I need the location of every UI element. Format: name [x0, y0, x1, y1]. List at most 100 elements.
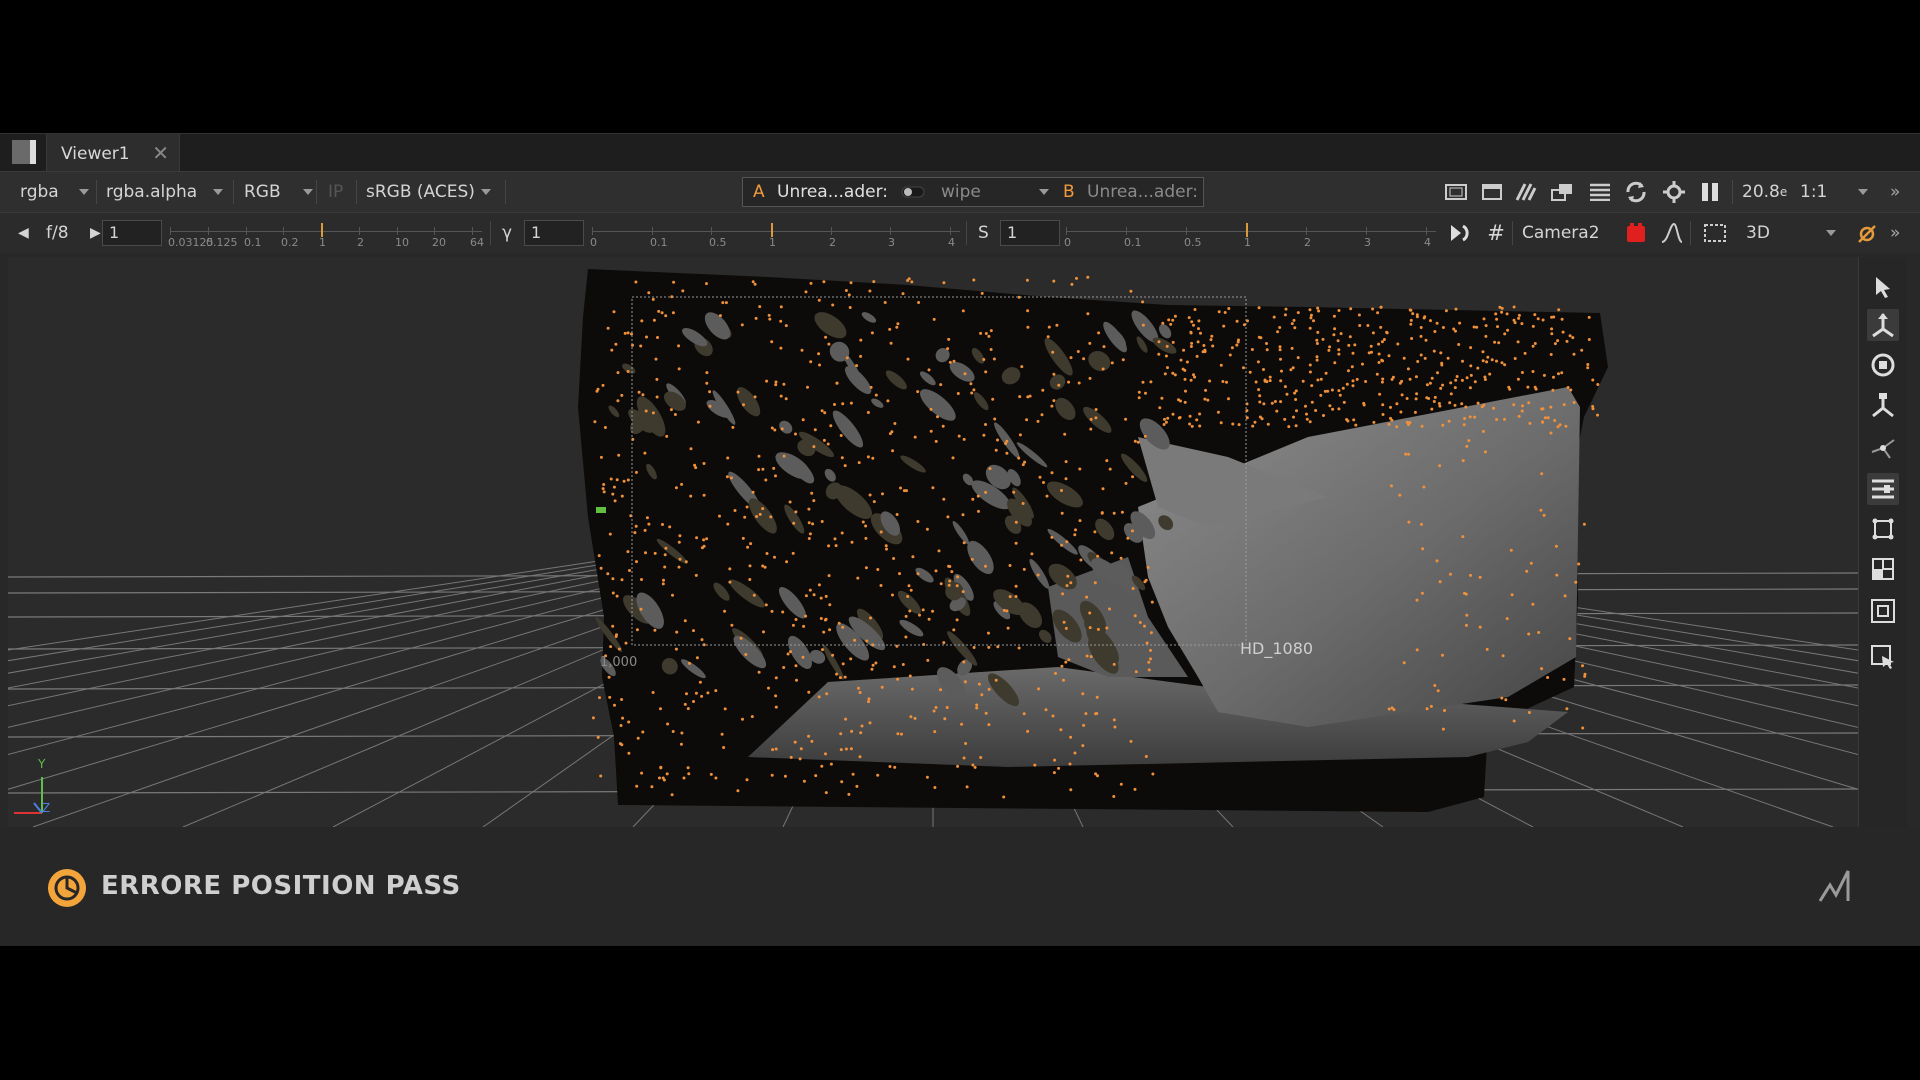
cloud-point [1411, 312, 1415, 316]
cloud-point [1483, 378, 1487, 381]
cloud-point [1309, 316, 1313, 320]
slider-knob[interactable] [321, 223, 323, 237]
cloud-point [1560, 317, 1564, 321]
viewer-lut-dropdown[interactable]: sRGB (ACES) [366, 172, 501, 212]
wipe-toggle-icon[interactable] [901, 178, 925, 206]
gain-slider[interactable]: 0.03125 0.125 0.1 0.2 1 2 10 20 64 [168, 219, 484, 249]
cloud-point [971, 763, 975, 767]
expand-toolbar-icon[interactable]: » [1890, 172, 1900, 212]
cloud-point [1469, 573, 1472, 577]
cloud-point [989, 348, 993, 351]
pause-icon[interactable] [1698, 180, 1722, 204]
lines-icon[interactable] [1588, 180, 1612, 204]
cloud-point [1164, 420, 1168, 424]
cloud-point [1319, 393, 1323, 397]
cloud-point [626, 331, 630, 335]
playback-icon[interactable] [1448, 221, 1472, 245]
cloud-point [1008, 564, 1012, 567]
cloud-point [960, 722, 964, 726]
cloud-point [689, 447, 693, 451]
settings-icon[interactable] [1662, 180, 1686, 204]
cloud-point [850, 729, 854, 733]
selection-box-icon[interactable] [1704, 221, 1728, 245]
expand-toolbar-icon[interactable]: » [1890, 213, 1900, 253]
chevron-down-icon[interactable] [1039, 178, 1049, 206]
display-channels-dropdown[interactable]: RGB [244, 172, 323, 212]
gamma-field[interactable]: 1 [524, 220, 584, 246]
mask-icon[interactable] [1514, 180, 1538, 204]
frame-icon[interactable] [1867, 553, 1899, 585]
cloud-point [1481, 350, 1485, 354]
cloud-point [758, 512, 762, 516]
input-a-dropdown[interactable]: Unrea...ader: [777, 178, 888, 206]
cloud-point [1568, 334, 1572, 338]
translate-icon[interactable] [1867, 309, 1899, 341]
wipe-mode-dropdown[interactable]: wipe [941, 178, 981, 206]
sync-icon[interactable] [1624, 180, 1648, 204]
cloud-point [946, 515, 950, 519]
record-icon[interactable] [1624, 221, 1648, 245]
fstop-increase-icon[interactable]: ▶ [90, 213, 101, 253]
cloud-point [1068, 762, 1072, 766]
cloud-point [677, 540, 681, 544]
cloud-point [1517, 414, 1521, 418]
light-icon[interactable] [1856, 221, 1880, 245]
align-icon[interactable] [1867, 513, 1899, 545]
cloud-point [1377, 352, 1381, 356]
slider-knob[interactable] [1246, 223, 1248, 237]
cloud-point [1478, 625, 1482, 629]
gamma-slider[interactable]: 0 0.1 0.5 1 2 3 4 [590, 219, 960, 249]
cloud-point [1375, 372, 1379, 376]
vertex-icon[interactable] [1867, 433, 1899, 465]
overlay-icon[interactable] [1550, 180, 1574, 204]
ip-toggle[interactable]: IP [328, 172, 343, 212]
cloud-point [1432, 349, 1436, 353]
cloud-point [868, 289, 872, 293]
panel-menu-icon[interactable] [12, 140, 36, 164]
cloud-point [784, 324, 788, 328]
roi-icon[interactable] [1444, 180, 1468, 204]
cloud-point [994, 678, 998, 682]
cloud-point [1046, 335, 1050, 339]
chevron-down-icon[interactable] [1858, 172, 1868, 212]
3d-viewport[interactable]: HD_1080 1,000 Y Z [8, 257, 1858, 827]
cloud-point [1272, 315, 1276, 319]
camera-dropdown[interactable]: Camera2 [1522, 213, 1600, 253]
zoom-value[interactable]: 20.8 e [1742, 172, 1787, 212]
rotate-icon[interactable] [1867, 349, 1899, 381]
cloud-point [977, 509, 980, 513]
select-arrow-icon[interactable] [1867, 271, 1899, 303]
saturation-field[interactable]: 1 [1000, 220, 1060, 246]
selection-icon[interactable] [1867, 641, 1899, 673]
cloud-point [1020, 365, 1024, 369]
close-icon[interactable]: ✕ [152, 141, 169, 165]
proxy-icon[interactable] [1480, 180, 1504, 204]
cloud-point [1256, 360, 1260, 364]
cloud-point [1501, 654, 1505, 658]
gain-field[interactable]: 1 [102, 220, 162, 246]
view-mode-dropdown[interactable]: 3D [1746, 213, 1770, 253]
curve-icon[interactable] [1660, 221, 1684, 245]
cloud-point [841, 402, 845, 406]
cloud-point [1467, 439, 1471, 443]
cloud-point [728, 580, 732, 584]
cloud-point [639, 344, 643, 348]
cloud-point [680, 731, 684, 735]
channels-dropdown[interactable]: rgba [20, 172, 99, 212]
chevron-down-icon[interactable] [1826, 213, 1836, 253]
cloud-point [688, 661, 691, 665]
cloud-point [613, 499, 617, 503]
scale-icon[interactable] [1867, 389, 1899, 421]
fstop-decrease-icon[interactable]: ◀ [18, 213, 29, 253]
input-b-dropdown[interactable]: Unrea...ader: [1087, 178, 1198, 206]
cloud-point [1315, 342, 1319, 345]
cloud-point [1512, 318, 1516, 322]
focus-icon[interactable] [1867, 595, 1899, 627]
alpha-channel-dropdown[interactable]: rgba.alpha [106, 172, 233, 212]
tab-viewer1[interactable]: Viewer1 ✕ [46, 134, 180, 172]
pixel-aspect-dropdown[interactable]: 1:1 [1800, 172, 1827, 212]
saturation-slider[interactable]: 0 0.1 0.5 1 2 3 4 [1064, 219, 1436, 249]
slider-knob[interactable] [771, 223, 773, 237]
snap-icon[interactable] [1867, 473, 1899, 505]
grid-toggle-icon[interactable]: # [1484, 221, 1508, 245]
